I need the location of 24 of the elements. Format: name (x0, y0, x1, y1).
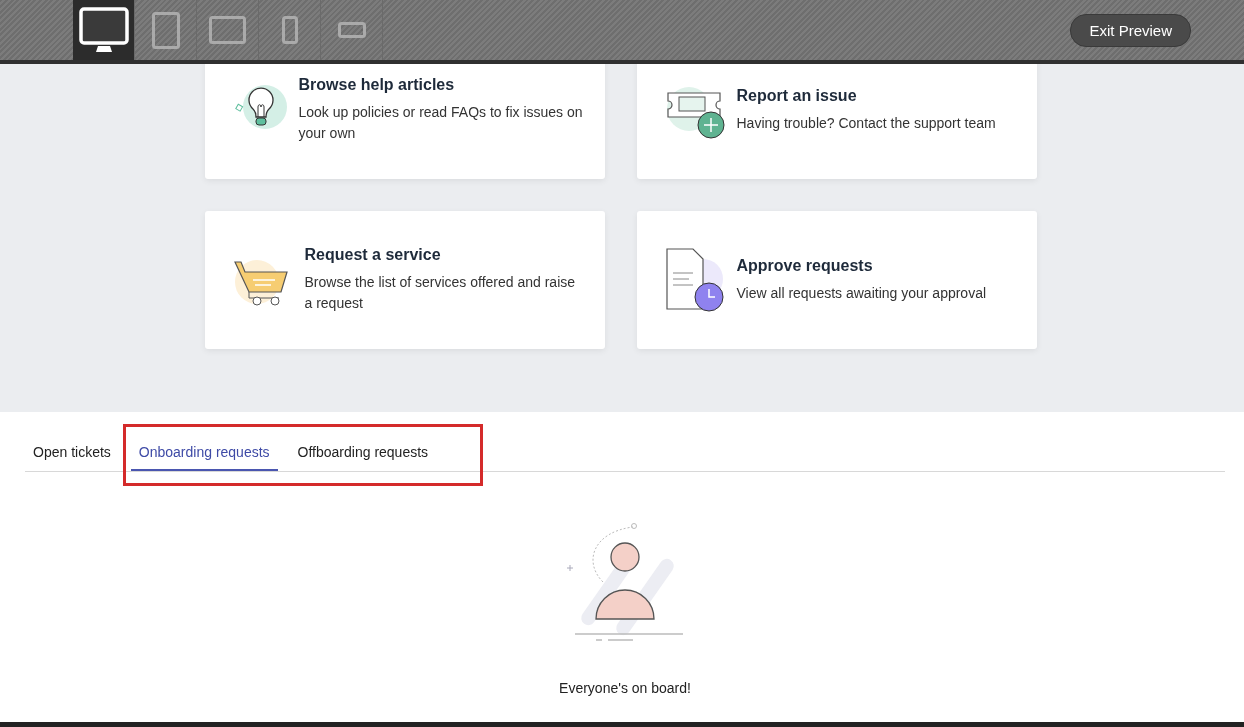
tab[interactable]: Open tickets (25, 438, 119, 471)
tab[interactable]: Onboarding requests (130, 438, 278, 471)
tab[interactable]: Offboarding requests (289, 438, 437, 471)
device-button[interactable] (73, 0, 135, 60)
empty-state-message: Everyone's on board! (559, 680, 691, 696)
card-title: Approve requests (736, 256, 874, 275)
service-card[interactable]: Browse help articles Look up policies or read FAQs to fix issues on your own (204, 64, 605, 179)
document-clock-icon (664, 247, 727, 313)
exit-preview-button[interactable]: Exit Preview (1070, 13, 1191, 47)
card-description: Having trouble? Contact the support team (736, 113, 996, 133)
card-description: Look up policies or read FAQs to fix issues on your own (298, 103, 584, 143)
card-title: Browse help articles (298, 76, 456, 94)
tablet-icon (151, 11, 180, 49)
card-description: Browse the list of services offered and raise a request (304, 273, 577, 313)
tablet-icon (209, 16, 246, 44)
card-title: Request a service (304, 246, 442, 264)
phone-icon (337, 22, 366, 38)
service-card[interactable]: Request a service Browse the list of services offered and raise a request (204, 211, 605, 349)
phone-icon (281, 16, 298, 44)
service-card[interactable]: Report an issue Having trouble? Contact the support team (636, 64, 1037, 179)
card-description: View all requests awaiting your approval (736, 283, 987, 303)
monitor-icon (78, 7, 129, 53)
card-title: Report an issue (736, 86, 858, 105)
service-card[interactable]: Approve requests View all requests awaiting your approval (636, 211, 1037, 349)
